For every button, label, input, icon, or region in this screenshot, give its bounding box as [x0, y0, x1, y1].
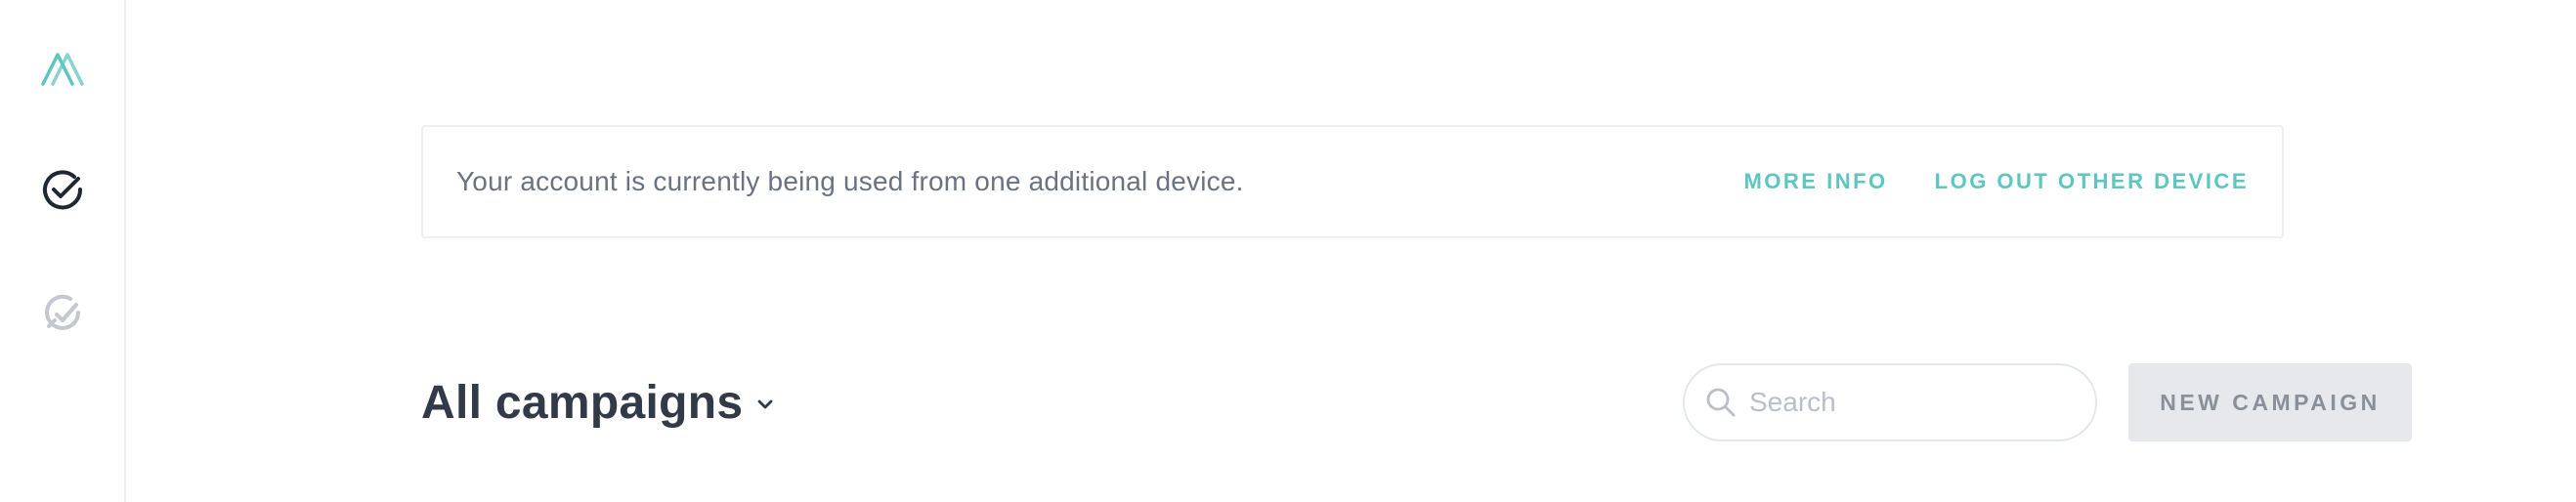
- search-input[interactable]: [1747, 386, 2074, 419]
- sidebar: [0, 0, 126, 502]
- search-box[interactable]: [1683, 363, 2097, 441]
- page-title: All campaigns: [421, 376, 744, 429]
- more-info-link[interactable]: MORE INFO: [1743, 169, 1887, 194]
- main-content: Your account is currently being used fro…: [126, 0, 2576, 502]
- sidebar-item-tools[interactable]: [39, 289, 86, 336]
- device-notice-banner: Your account is currently being used fro…: [421, 125, 2284, 238]
- app-window: Your account is currently being used fro…: [0, 0, 2576, 502]
- campaigns-header: All campaigns NEW CAMPAIGN: [421, 363, 2412, 441]
- new-campaign-button[interactable]: NEW CAMPAIGN: [2128, 363, 2412, 441]
- log-out-other-device-link[interactable]: LOG OUT OTHER DEVICE: [1935, 169, 2249, 194]
- device-notice-message: Your account is currently being used fro…: [456, 166, 1244, 196]
- campaign-filter-dropdown[interactable]: All campaigns: [421, 363, 774, 441]
- check-circle-icon: [43, 170, 83, 210]
- brand-logo-icon: [39, 44, 86, 91]
- sidebar-item-campaigns[interactable]: [39, 166, 86, 213]
- wrench-icon: [45, 294, 80, 330]
- search-icon: [1704, 386, 1738, 419]
- chevron-down-icon: [756, 398, 774, 410]
